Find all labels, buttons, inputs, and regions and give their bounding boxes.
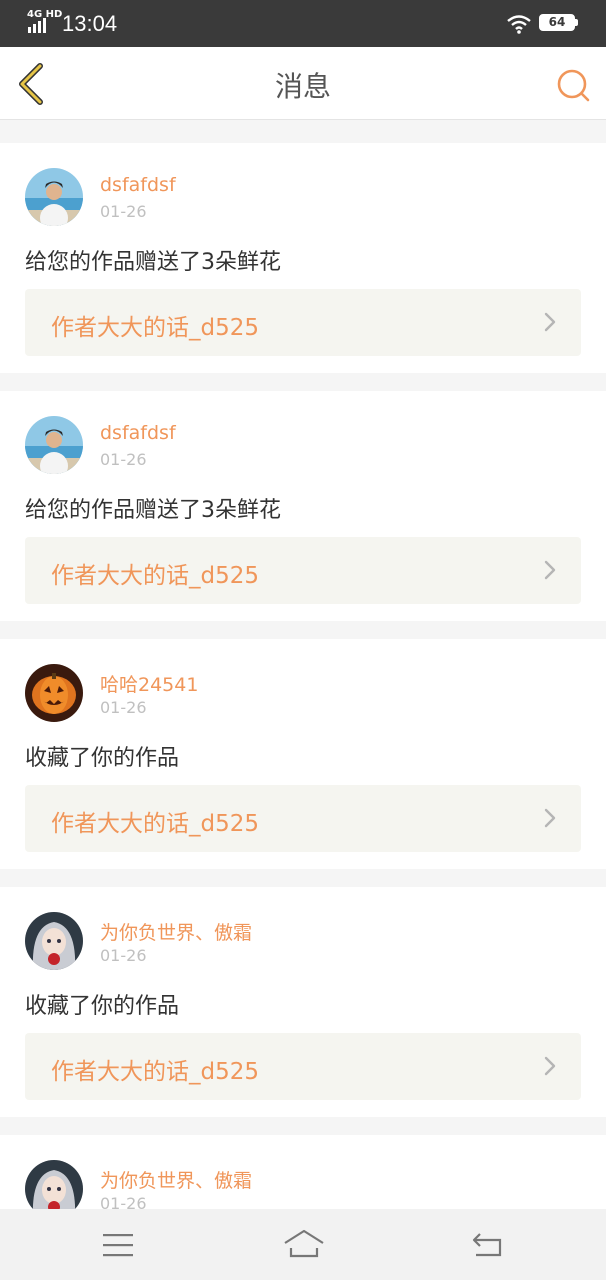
search-icon[interactable] — [555, 67, 591, 103]
user-name[interactable]: 哈哈24541 — [100, 670, 198, 697]
message-date: 01-26 — [100, 946, 147, 965]
message-card: 为你负世界、傲霜 01-26 — [0, 1135, 606, 1209]
message-card: 为你负世界、傲霜 01-26 收藏了你的作品 作者大大的话_d525 — [0, 887, 606, 1117]
chevron-right-icon — [544, 312, 556, 332]
battery-icon: 64 — [539, 14, 578, 31]
status-time: 13:04 — [62, 11, 118, 36]
work-title: 作者大大的话_d525 — [51, 563, 259, 589]
work-link[interactable]: 作者大大的话_d525 — [25, 537, 581, 604]
avatar[interactable] — [25, 912, 83, 970]
chevron-right-icon — [544, 560, 556, 580]
work-link[interactable]: 作者大大的话_d525 — [25, 1033, 581, 1100]
message-date: 01-26 — [100, 450, 147, 469]
user-name[interactable]: dsfafdsf — [100, 174, 176, 196]
signal-icon — [28, 18, 46, 33]
message-date: 01-26 — [100, 202, 147, 221]
chevron-right-icon — [544, 1056, 556, 1076]
system-nav-bar — [0, 1209, 606, 1280]
message-text: 给您的作品赠送了3朵鲜花 — [25, 250, 281, 275]
message-text: 收藏了你的作品 — [25, 746, 180, 771]
work-link[interactable]: 作者大大的话_d525 — [25, 785, 581, 852]
home-icon[interactable] — [283, 1229, 325, 1259]
user-name[interactable]: 为你负世界、傲霜 — [100, 1166, 252, 1193]
avatar[interactable] — [25, 1160, 83, 1209]
work-title: 作者大大的话_d525 — [51, 315, 259, 341]
message-text: 给您的作品赠送了3朵鲜花 — [25, 498, 281, 523]
message-date: 01-26 — [100, 698, 147, 717]
avatar[interactable] — [25, 416, 83, 474]
header-bar: 消息 — [0, 47, 606, 120]
wifi-icon — [507, 15, 531, 34]
user-name[interactable]: dsfafdsf — [100, 422, 176, 444]
work-title: 作者大大的话_d525 — [51, 811, 259, 837]
page-title: 消息 — [274, 70, 331, 103]
message-card: dsfafdsf 01-26 给您的作品赠送了3朵鲜花 作者大大的话_d525 — [0, 143, 606, 373]
avatar[interactable] — [25, 168, 83, 226]
chevron-right-icon — [544, 808, 556, 828]
avatar[interactable] — [25, 664, 83, 722]
status-bar: 4G HD 13:04 64 — [0, 0, 606, 47]
user-name[interactable]: 为你负世界、傲霜 — [100, 918, 252, 945]
message-text: 收藏了你的作品 — [25, 994, 180, 1019]
message-card: 哈哈24541 01-26 收藏了你的作品 作者大大的话_d525 — [0, 639, 606, 869]
message-date: 01-26 — [100, 1194, 147, 1209]
work-link[interactable]: 作者大大的话_d525 — [25, 289, 581, 356]
menu-icon[interactable] — [103, 1232, 133, 1258]
message-card: dsfafdsf 01-26 给您的作品赠送了3朵鲜花 作者大大的话_d525 — [0, 391, 606, 621]
work-title: 作者大大的话_d525 — [51, 1059, 259, 1085]
back-icon[interactable] — [472, 1231, 504, 1257]
